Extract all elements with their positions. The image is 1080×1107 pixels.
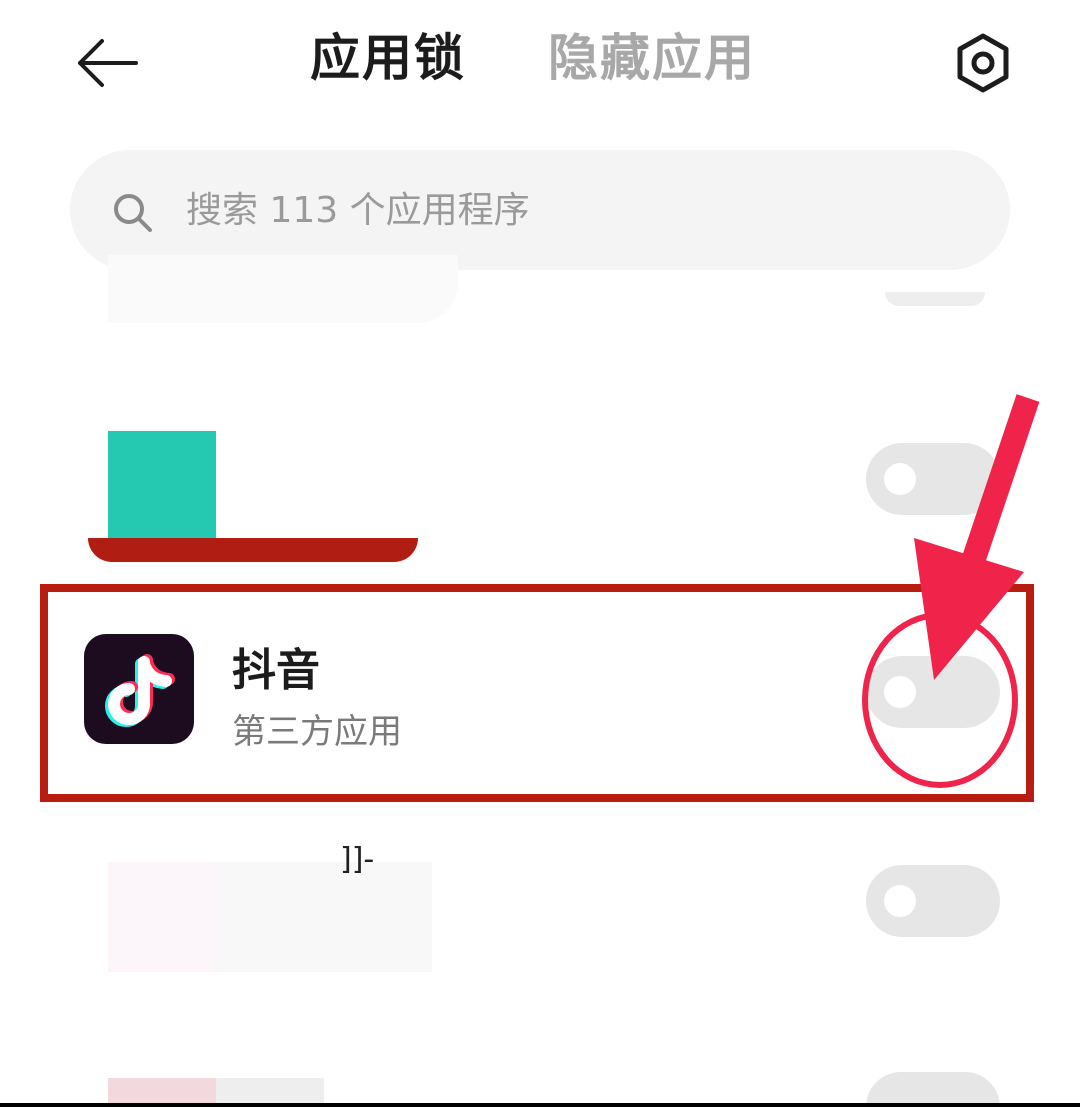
lock-toggle-partial[interactable] (866, 1072, 1000, 1107)
settings-button[interactable] (950, 30, 1016, 96)
search-bar[interactable] (70, 150, 1010, 270)
bottom-divider (0, 1103, 1080, 1107)
redacted-app-label (216, 862, 432, 972)
back-button[interactable] (70, 28, 146, 98)
hexagon-gear-icon (957, 33, 1009, 93)
redacted-app-row (108, 255, 458, 323)
tab-app-lock[interactable]: 应用锁 (310, 18, 466, 90)
annotation-arrow-icon (914, 394, 1040, 680)
lock-toggle-partial[interactable] (885, 292, 985, 306)
search-input[interactable] (186, 180, 966, 240)
douyin-icon (84, 634, 194, 744)
partial-text: ]]- (340, 842, 375, 877)
redaction-bar (88, 538, 418, 562)
redacted-app-icon (108, 862, 216, 972)
app-category: 第三方应用 (232, 712, 402, 752)
lock-toggle[interactable] (866, 865, 1000, 937)
tab-hidden-apps[interactable]: 隐藏应用 (548, 18, 756, 90)
redacted-app-icon (108, 431, 216, 541)
search-icon (114, 194, 152, 232)
app-name: 抖音 (232, 645, 320, 696)
toggle-knob (884, 885, 916, 917)
arrow-left-icon (78, 39, 138, 87)
